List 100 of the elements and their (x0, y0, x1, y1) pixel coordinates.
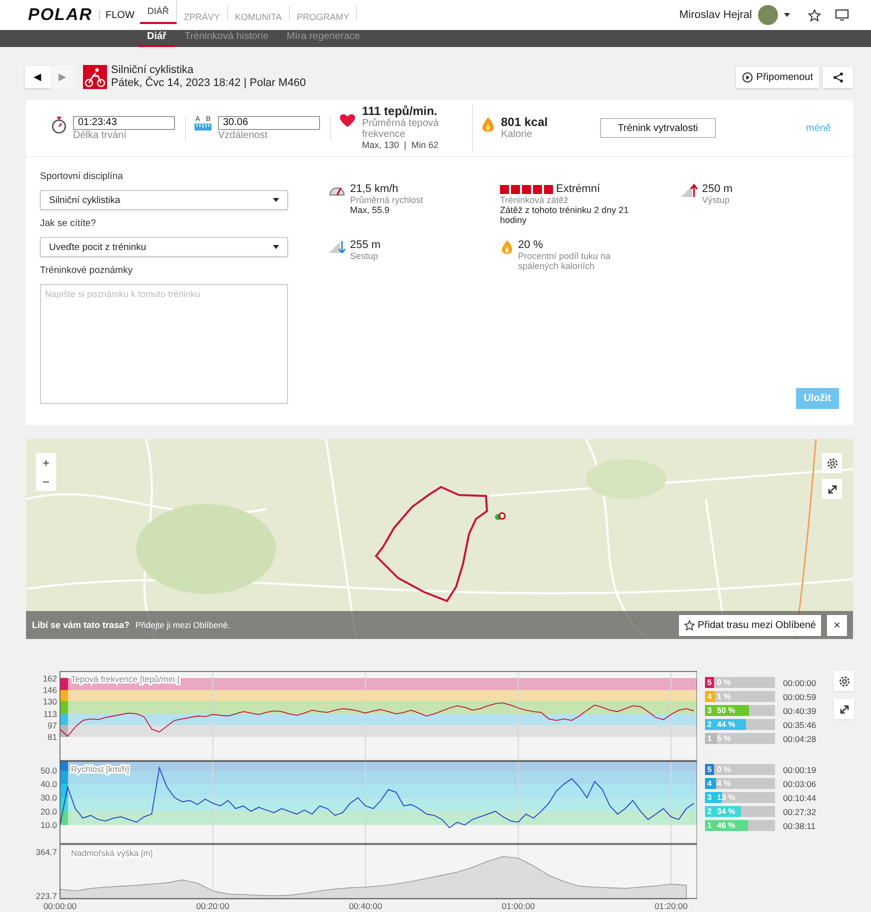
zone-number: 4 (705, 691, 714, 702)
stat-value: 21,5 km/h (350, 183, 400, 195)
feeling-select[interactable]: Uveďte pocit z tréninku (40, 237, 288, 257)
heart-rate-label: Průměrná tepová frekvence (362, 118, 440, 140)
map-settings-button[interactable] (822, 453, 842, 473)
stat-value: Extrémní (556, 183, 600, 195)
notes-field[interactable]: Napište si poznámku k tomuto tréninku (40, 284, 288, 404)
stat-label: Průměrná rychlost (350, 195, 424, 205)
duration-field[interactable]: 01:23:43 (73, 116, 175, 130)
chart-expand-button[interactable] (834, 699, 854, 719)
y-tick-label: 146 (42, 684, 57, 695)
zone-time: 00:00:19 (783, 764, 816, 774)
monitor-icon[interactable] (835, 9, 849, 21)
zone-time: 00:40:39 (783, 706, 816, 716)
stat-label: Sestup (350, 251, 380, 261)
session-subtitle: Pátek, Čvc 14, 2023 18:42 | Polar M460 (111, 77, 306, 90)
zone-number: 3 (705, 705, 714, 716)
y-tick-label: 223.7 (36, 890, 57, 901)
avatar[interactable] (758, 5, 778, 25)
y-tick-label: 130 (42, 696, 57, 706)
zone-time: 00:00:59 (783, 692, 816, 702)
calories-label: Kalorie (501, 129, 534, 140)
close-button[interactable]: × (827, 614, 847, 636)
chart-settings-button[interactable] (834, 671, 854, 691)
stat-value: 255 m (350, 239, 381, 251)
zone-number: 5 (705, 764, 714, 775)
zone-time: 00:00:00 (783, 678, 816, 688)
play-icon (742, 72, 754, 82)
stat-detail: Zátěž z tohoto tréninku 2 dny 21 hodiny (500, 205, 630, 225)
session-title: Silniční cyklistika (111, 64, 195, 76)
y-tick-label: 50.0 (40, 766, 57, 776)
stat-value: 250 m (702, 183, 733, 195)
previous-button[interactable]: ◀ (25, 66, 50, 88)
favorite-link[interactable]: Přidejte ji mezi Oblíbené. (136, 620, 230, 630)
field-label: Tréninkové poznámky (40, 265, 134, 276)
zone-time: 00:38:11 (783, 820, 816, 830)
sport-select[interactable]: Silniční cyklistika (40, 190, 288, 210)
flame-icon (500, 239, 514, 257)
caret-icon[interactable] (784, 13, 790, 17)
heart-icon (339, 113, 356, 128)
y-tick-label: 10.0 (40, 820, 57, 830)
zone-time: 00:27:32 (783, 806, 816, 816)
y-tick-label: 97 (48, 720, 57, 730)
expand-icon (838, 704, 850, 714)
ruler-icon (194, 122, 212, 130)
sub-tab[interactable]: Diář (138, 30, 176, 47)
zone-number: 5 (705, 677, 714, 688)
user-name[interactable]: Miroslav Hejral (679, 9, 752, 21)
x-tick-label: 01:00:00 (502, 901, 535, 911)
y-tick-label: 364.7 (36, 846, 57, 857)
zone-percent: 50 % (717, 705, 736, 716)
calories-value: 801 kcal (501, 116, 548, 129)
zone-time: 00:03:06 (783, 778, 816, 788)
ascent-icon (680, 183, 698, 197)
y-tick-label: 113 (43, 708, 57, 719)
star-icon[interactable] (808, 8, 821, 22)
settings-icon (838, 674, 850, 688)
map-expand-button[interactable] (822, 479, 842, 499)
star-icon (684, 620, 695, 630)
distance-label: Vzdálenost (218, 130, 268, 140)
training-type-button[interactable]: Trénink vytrvalosti (600, 118, 716, 138)
chart-title: Rychlost [km/h] (71, 764, 130, 774)
expand-icon (826, 484, 838, 494)
x-tick-label: 00:40:00 (348, 901, 382, 911)
route-prompt: Líbí se vám tato trasa? (32, 620, 130, 630)
heart-rate-range: Max, 130 | Min 62 (362, 140, 440, 151)
stat-label: Procentní podíl tuku na spálených kaloriích (518, 251, 612, 271)
zone-number: 1 (705, 733, 714, 744)
zone-number: 2 (705, 806, 714, 817)
stat-label: Tréninková zátěž (500, 195, 570, 205)
zone-percent: 34 % (717, 806, 736, 817)
nav-tab[interactable]: DIÁŘ (140, 0, 177, 24)
add-favorite-button[interactable]: Přidat trasu mezi Oblíbené (678, 614, 821, 636)
share-button[interactable] (823, 66, 853, 88)
stat-value: 20 % (518, 239, 544, 251)
heart-rate-value: 111 tepů/min. (362, 105, 438, 118)
x-tick-label: 00:00:00 (43, 901, 77, 911)
x-tick-label: 01:20:00 (654, 901, 688, 911)
zone-time: 00:10:44 (783, 792, 816, 802)
field-label: Sportovní disciplína (40, 171, 124, 182)
stat-detail: Max, 55.9 (350, 205, 391, 215)
zone-time: 00:04:28 (783, 734, 816, 744)
duration-label: Délka trvání (73, 130, 128, 140)
stopwatch-icon (51, 116, 67, 134)
y-tick-label: 162 (42, 673, 57, 684)
descent-icon (328, 239, 346, 253)
zone-number: 4 (705, 778, 714, 789)
y-tick-label: 20.0 (40, 806, 57, 816)
product-name: FLOW (98, 10, 134, 20)
zone-time: 00:35:46 (783, 720, 816, 730)
zone-percent: 46 % (717, 820, 736, 831)
x-tick-label: 00:20:00 (196, 901, 230, 911)
zone-percent: 44 % (717, 719, 736, 730)
distance-field[interactable]: 30.06 (218, 116, 320, 130)
brand-logo[interactable]: POLAR (28, 5, 92, 25)
zone-number: 1 (705, 820, 714, 831)
y-tick-label: 81 (48, 732, 57, 742)
y-tick-label: 40.0 (40, 779, 57, 790)
flame-icon (481, 116, 495, 135)
remind-button[interactable]: Připomenout (736, 66, 819, 88)
